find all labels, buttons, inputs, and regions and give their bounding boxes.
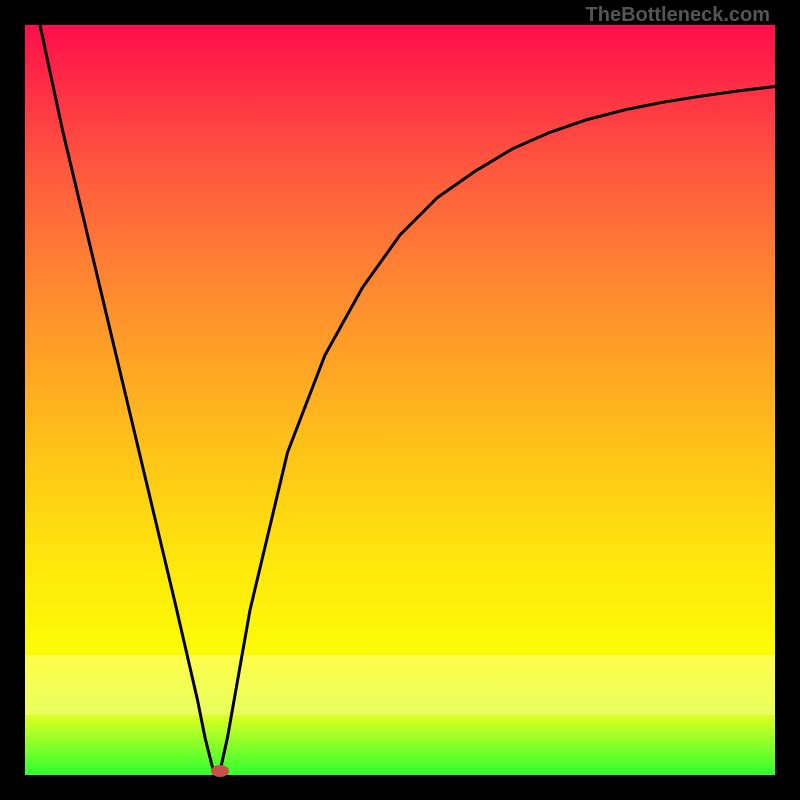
chart-curve-svg (25, 25, 775, 775)
chart-plot-area (25, 25, 775, 775)
bottleneck-curve (40, 25, 775, 771)
brand-watermark: TheBottleneck.com (586, 4, 770, 27)
